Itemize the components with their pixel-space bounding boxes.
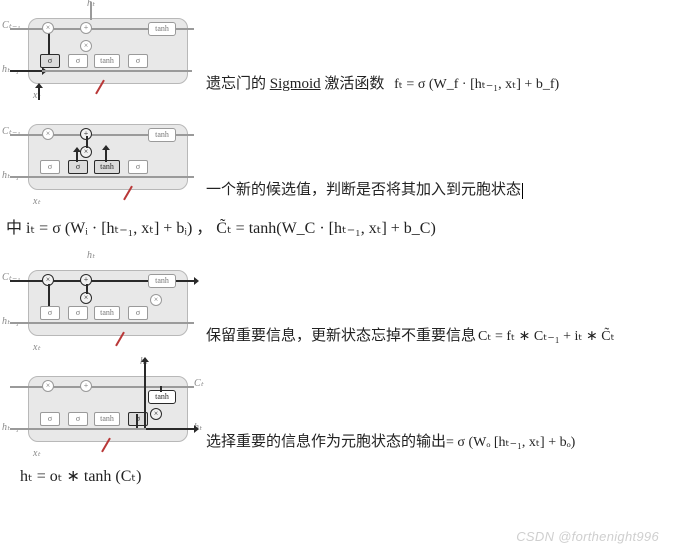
sigma-gate-i: σ: [68, 54, 88, 68]
sigma-i-2: σ: [68, 160, 88, 174]
tanh-gate: tanh: [94, 54, 120, 68]
caption-update-text: 保留重要信息，更新状态忘掉不重要信息: [206, 328, 476, 344]
sigma-f-3: σ: [40, 306, 60, 320]
sigma-f-4: σ: [40, 412, 60, 426]
merge-up-2: [86, 136, 88, 148]
caption-output-text: 选择重要的信息作为元胞状态的输出: [206, 434, 446, 450]
caption-pre: 遗忘门的: [206, 76, 270, 92]
diagram-input: Cₜ₋₁ hₜ₋₁ xₜ iₜ σ σ tanh σ × + × tanh: [0, 106, 200, 206]
tanh-out: tanh: [148, 22, 176, 36]
formula-output: = σ (Wₒ [hₜ₋₁, xₜ] + bₒ): [446, 435, 575, 450]
tanh-2: tanh: [94, 160, 120, 174]
label-xt-2: xₜ: [33, 196, 40, 207]
caption-output: 选择重要的信息作为元胞状态的输出= σ (Wₒ [hₜ₋₁, xₜ] + bₒ): [200, 430, 673, 458]
tanh-3: tanh: [94, 306, 120, 320]
f-up-3: [48, 284, 50, 306]
sigma-gate-o: σ: [128, 54, 148, 68]
o-up-4: [136, 414, 138, 428]
text-cursor-icon: [522, 183, 523, 199]
label-ht-3: hₜ: [87, 250, 95, 261]
x-input-line: [38, 88, 40, 100]
mul-f-4: ×: [42, 380, 54, 392]
c-down-4: [160, 386, 162, 392]
sigma-i-3: σ: [68, 306, 88, 320]
h-out-line-4: [146, 428, 194, 430]
bottom-line-2: [10, 176, 194, 178]
c-up-2: [105, 150, 107, 162]
tanh-out-3: tanh: [148, 274, 176, 288]
row-cell-update: hₜ Cₜ₋₁ hₜ₋₁ xₜ fₜ σ σ tanh σ × + × tanh…: [0, 252, 673, 352]
h-input-line: [10, 70, 42, 72]
tanh-4: tanh: [94, 412, 120, 426]
tanh-out-4: tanh: [148, 390, 176, 404]
bottom-line-4: [10, 428, 146, 430]
sigma-o-3: σ: [128, 306, 148, 320]
caption-mid: Sigmoid: [270, 76, 321, 92]
formula-input-full: 中 iₜ = σ (Wᵢ · [hₜ₋₁, xₜ] + bᵢ) ， C̃ₜ = …: [6, 214, 673, 238]
sigma-o-2: σ: [128, 160, 148, 174]
bottom-line: [42, 70, 192, 72]
formula-output-full: hₜ = oₜ ∗ tanh (Cₜ): [20, 466, 673, 486]
top-line-4: [10, 386, 194, 388]
diagram-forget: hₜ Cₜ₋₁ hₜ₋₁ xₜ fₜ σ σ tanh σ × + × tanh: [0, 0, 200, 100]
row-output-gate: hₜ Cₜ hₜ₋₁ hₜ xₜ σ σ tanh σ × + tanh × 选…: [0, 358, 673, 458]
diagram-output: hₜ Cₜ hₜ₋₁ hₜ xₜ σ σ tanh σ × + tanh ×: [0, 358, 200, 458]
mul-f-2: ×: [42, 128, 54, 140]
caption-input-text: 一个新的候选值，判断是否将其加入到元胞状态: [206, 182, 521, 198]
sigma-i-4: σ: [68, 412, 88, 426]
formula-update: Cₜ = fₜ ∗ Cₜ₋₁ + iₜ ∗ C̃ₜ: [478, 329, 615, 344]
merge-3: [86, 284, 88, 294]
h-up-4: [144, 362, 146, 428]
mul-o-3: ×: [150, 294, 162, 306]
i-up-2: [76, 152, 78, 162]
label-xt-4: xₜ: [33, 448, 40, 459]
diagram-update: hₜ Cₜ₋₁ hₜ₋₁ xₜ fₜ σ σ tanh σ × + × tanh…: [0, 252, 200, 352]
mul-o-4: ×: [150, 408, 162, 420]
mul-op-f: ×: [42, 22, 54, 34]
row-input-gate: Cₜ₋₁ hₜ₋₁ xₜ iₜ σ σ tanh σ × + × tanh 一个…: [0, 106, 673, 206]
label-xt-3: xₜ: [33, 342, 40, 353]
bottom-line-3: [10, 322, 194, 324]
formula-forget: fₜ = σ (W_f · [hₜ₋₁, xₜ] + b_f): [394, 77, 559, 92]
watermark: CSDN @forthenight996: [516, 529, 659, 544]
h-out-line: [90, 2, 92, 20]
caption-forget: 遗忘门的 Sigmoid 激活函数 fₜ = σ (W_f · [hₜ₋₁, x…: [200, 72, 673, 100]
row-forget-gate: hₜ Cₜ₋₁ hₜ₋₁ xₜ fₜ σ σ tanh σ × + × tanh…: [0, 0, 673, 100]
caption-post: 激活函数: [321, 76, 385, 92]
label-ct-4: Cₜ: [194, 378, 204, 389]
add-4: +: [80, 380, 92, 392]
sigma-gate-f: σ: [40, 54, 60, 68]
sigma-f-2: σ: [40, 160, 60, 174]
mul-op-i: ×: [80, 40, 92, 52]
add-op: +: [80, 22, 92, 34]
tanh-out-2: tanh: [148, 128, 176, 142]
caption-input: 一个新的候选值，判断是否将其加入到元胞状态: [200, 178, 673, 206]
caption-update: 保留重要信息，更新状态忘掉不重要信息Cₜ = fₜ ∗ Cₜ₋₁ + iₜ ∗ …: [200, 324, 673, 352]
